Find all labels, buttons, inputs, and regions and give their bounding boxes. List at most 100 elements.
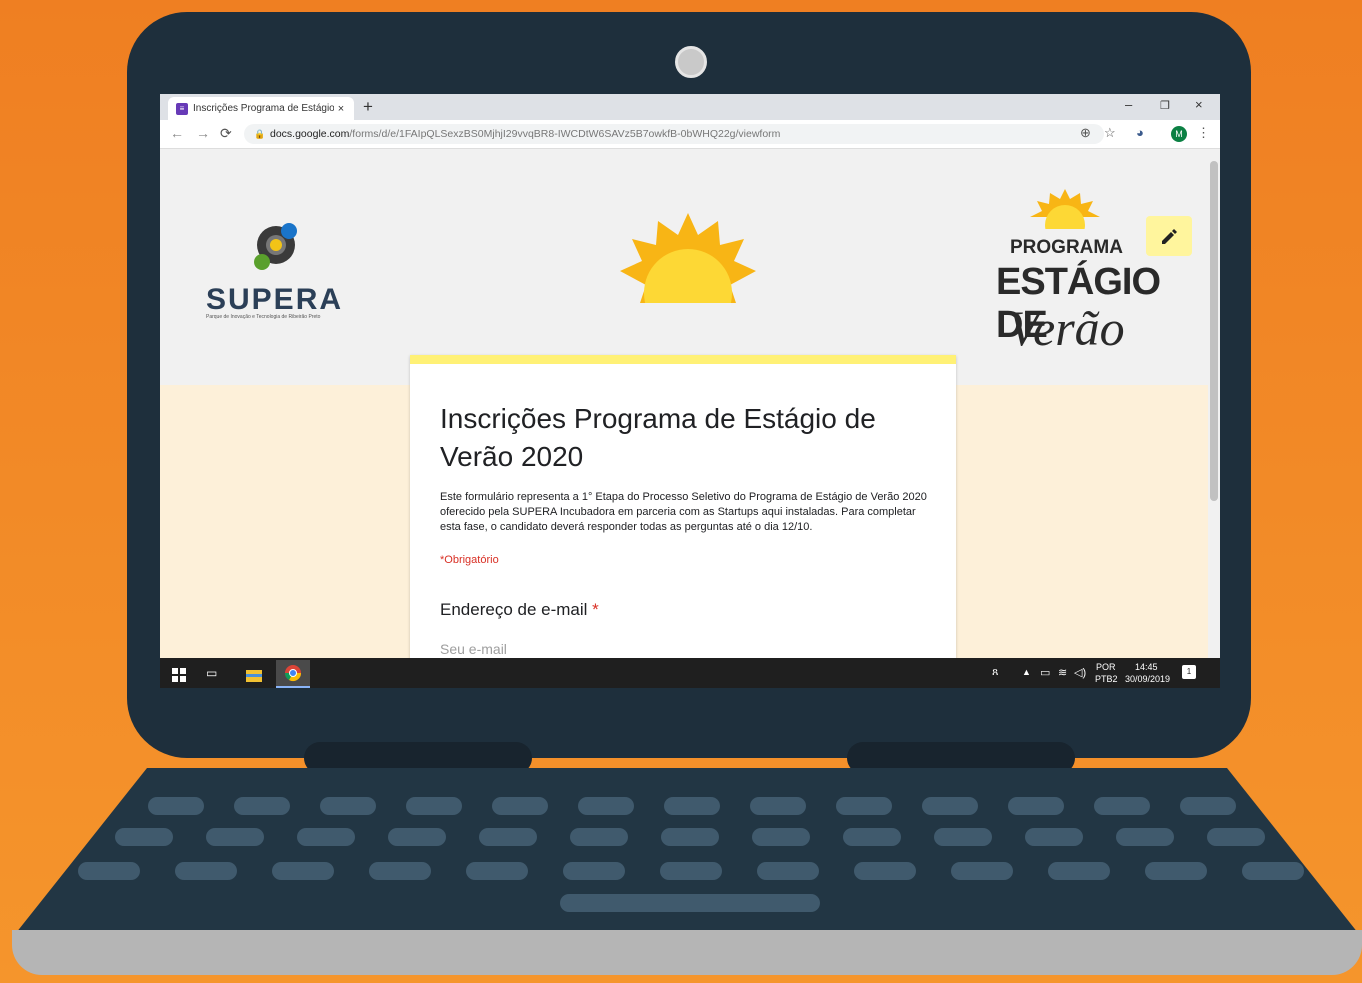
form-title: Inscrições Programa de Estágio de Verão … [440, 403, 876, 472]
address-bar: ← → ⟳ 🔒 docs.google.com/forms/d/e/1FAIpQ… [160, 120, 1220, 149]
clock-time[interactable]: 14:45 [1135, 662, 1158, 672]
keyboard-key [175, 862, 237, 880]
menu-icon[interactable]: ⋮ [1197, 125, 1210, 141]
minimize-button[interactable]: – [1125, 97, 1132, 112]
edit-button[interactable] [1146, 216, 1192, 256]
keyboard-key [750, 797, 806, 815]
keyboard-key [578, 797, 634, 815]
keyboard-key [115, 828, 173, 846]
keyboard-key [843, 828, 901, 846]
chrome-taskbar-button[interactable] [276, 660, 310, 688]
form-page: SUPERA Parque de Inovação e Tecnologia d… [160, 149, 1208, 688]
url-path: /forms/d/e/1FAIpQLSexzBS0MjhjI29vvqBR8-I… [349, 128, 781, 140]
wifi-icon[interactable]: ≋ [1058, 666, 1067, 679]
required-note: *Obrigatório [440, 554, 499, 566]
pencil-icon [1162, 229, 1177, 244]
keyboard-key [660, 862, 722, 880]
keyboard-key [320, 797, 376, 815]
keyboard-key [369, 862, 431, 880]
keyboard-spacebar [560, 894, 820, 912]
supera-tagline: Parque de Inovação e Tecnologia de Ribei… [206, 314, 321, 320]
new-tab-button[interactable]: + [363, 97, 373, 117]
keyboard-key [1094, 797, 1150, 815]
url-domain: docs.google.com [270, 128, 350, 140]
bookmark-star-icon[interactable]: ☆ [1104, 125, 1116, 141]
page-scrollbar[interactable] [1208, 149, 1220, 658]
language-bottom[interactable]: PTB2 [1095, 674, 1118, 684]
lock-icon: 🔒 [254, 129, 266, 139]
keyboard-key [836, 797, 892, 815]
task-view-icon[interactable]: ▭ [206, 664, 217, 682]
forward-icon[interactable]: → [196, 125, 210, 141]
keyboard-key [664, 797, 720, 815]
keyboard-key [1008, 797, 1064, 815]
scrollbar-thumb[interactable] [1210, 161, 1218, 501]
forms-favicon-icon: ≡ [176, 102, 188, 115]
keyboard-key [570, 828, 628, 846]
url-field[interactable]: 🔒 docs.google.com/forms/d/e/1FAIpQLSexzB… [244, 124, 1104, 144]
keyboard-key [388, 828, 446, 846]
keyboard-key [234, 797, 290, 815]
keyboard-key [922, 797, 978, 815]
tab-title: Inscrições Programa de Estágio de [193, 103, 334, 114]
notification-icon[interactable]: 1 [1182, 665, 1196, 679]
file-explorer-icon[interactable] [246, 667, 262, 685]
profile-avatar[interactable]: M [1171, 126, 1187, 142]
required-star: * [592, 600, 599, 619]
keyboard-key [1242, 862, 1304, 880]
zoom-icon[interactable]: ⊕ [1080, 125, 1091, 141]
language-top[interactable]: POR [1096, 662, 1116, 672]
keyboard-key [1116, 828, 1174, 846]
chrome-icon [284, 665, 302, 682]
email-label-text: Endereço de e-mail [440, 600, 588, 619]
supera-logo-icon [254, 223, 297, 270]
program-script-title: Verão [1008, 300, 1125, 356]
laptop-keyboard-deck [12, 768, 1362, 938]
battery-icon[interactable]: ▭ [1040, 666, 1050, 679]
laptop-base [12, 930, 1362, 975]
keyboard-key [854, 862, 916, 880]
keyboard-key [757, 862, 819, 880]
keyboard-key [1025, 828, 1083, 846]
form-card: Inscrições Programa de Estágio de Verão … [410, 355, 956, 688]
keyboard-key [272, 862, 334, 880]
keyboard-key [206, 828, 264, 846]
keyboard-key [78, 862, 140, 880]
volume-icon[interactable]: ◁) [1074, 666, 1086, 679]
webcam-icon [675, 46, 707, 78]
laptop-screen: ≡ Inscrições Programa de Estágio de × + … [160, 94, 1220, 688]
keyboard-key [492, 797, 548, 815]
reload-icon[interactable]: ⟳ [220, 125, 232, 142]
browser-tab[interactable]: ≡ Inscrições Programa de Estágio de × [168, 97, 354, 120]
keyboard-key [479, 828, 537, 846]
sun-icon [620, 213, 756, 303]
people-icon[interactable]: ጸ [992, 666, 998, 679]
form-description: Este formulário representa a 1° Etapa do… [440, 491, 927, 533]
windows-start-icon[interactable] [172, 666, 186, 684]
browser-tabbar: ≡ Inscrições Programa de Estágio de × + … [160, 94, 1220, 120]
clock-date[interactable]: 30/09/2019 [1125, 674, 1170, 684]
tray-expand-icon[interactable]: ▲ [1022, 667, 1031, 677]
keyboard-key [1145, 862, 1207, 880]
tab-close-icon[interactable]: × [334, 103, 348, 115]
close-window-button[interactable]: × [1195, 97, 1203, 112]
supera-wordmark: SUPERA [206, 283, 344, 316]
extension-icon[interactable]: ◕ [1136, 125, 1144, 140]
keyboard-key [406, 797, 462, 815]
keyboard-key [752, 828, 810, 846]
keyboard-key [148, 797, 204, 815]
restore-button[interactable]: ❐ [1160, 99, 1170, 112]
keyboard-key [1207, 828, 1265, 846]
keyboard-key [934, 828, 992, 846]
email-question-label: Endereço de e-mail * [440, 600, 599, 620]
form-header-banner: SUPERA Parque de Inovação e Tecnologia d… [160, 149, 1208, 385]
keyboard-key [661, 828, 719, 846]
keyboard-key [1048, 862, 1110, 880]
keyboard-key [563, 862, 625, 880]
keyboard-key [466, 862, 528, 880]
program-sun-icon [1030, 189, 1100, 229]
keyboard-key [951, 862, 1013, 880]
back-icon[interactable]: ← [170, 125, 184, 141]
keyboard-key [297, 828, 355, 846]
windows-taskbar: ▭ ጸ ▲ ▭ ≋ ◁) POR PTB2 14:45 30/09/2019 1 [160, 658, 1220, 688]
